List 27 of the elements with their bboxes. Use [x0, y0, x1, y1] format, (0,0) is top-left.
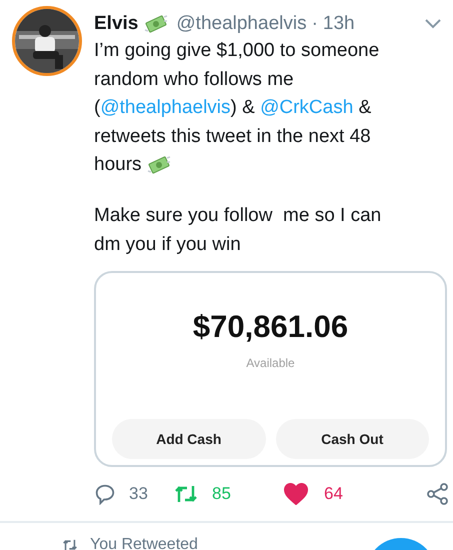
like-count: 64	[324, 483, 343, 506]
tweet-text: I’m going give $1,000 to someone	[94, 40, 380, 61]
avatar[interactable]	[12, 6, 82, 76]
retweet-count: 85	[212, 483, 231, 506]
tweet-time: 13h	[322, 12, 355, 36]
card-button[interactable]: Cash Out	[276, 419, 429, 460]
tweet-text: retweets this tweet in the next 48	[94, 126, 371, 147]
tweet-text: &	[358, 97, 372, 118]
author-handle[interactable]: @thealphaelvis	[176, 10, 307, 38]
reply-icon[interactable]	[94, 483, 116, 506]
heart-icon[interactable]	[284, 483, 308, 506]
card-button[interactable]: Add Cash	[112, 419, 266, 460]
tweet-text: Make sure you follow me so I can	[94, 204, 382, 226]
reply-count: 33	[129, 483, 148, 506]
retweet-context: You Retweeted	[90, 535, 198, 550]
author-name[interactable]: Elvis	[94, 10, 138, 38]
retweet-icon	[62, 538, 78, 550]
chevron-down-icon[interactable]	[425, 19, 441, 29]
share-icon[interactable]	[427, 483, 449, 506]
balance-caption: Available	[246, 355, 295, 372]
tweet-text: (	[94, 97, 100, 118]
tweet-text: random who follows me	[94, 68, 294, 90]
tweet-text: dm you if you win	[94, 234, 241, 255]
balance-amount: $70,861.06	[192, 311, 348, 342]
tweet-text: ) &	[230, 97, 256, 118]
separator: ·	[312, 12, 318, 36]
tweet-text: hours	[94, 154, 143, 176]
